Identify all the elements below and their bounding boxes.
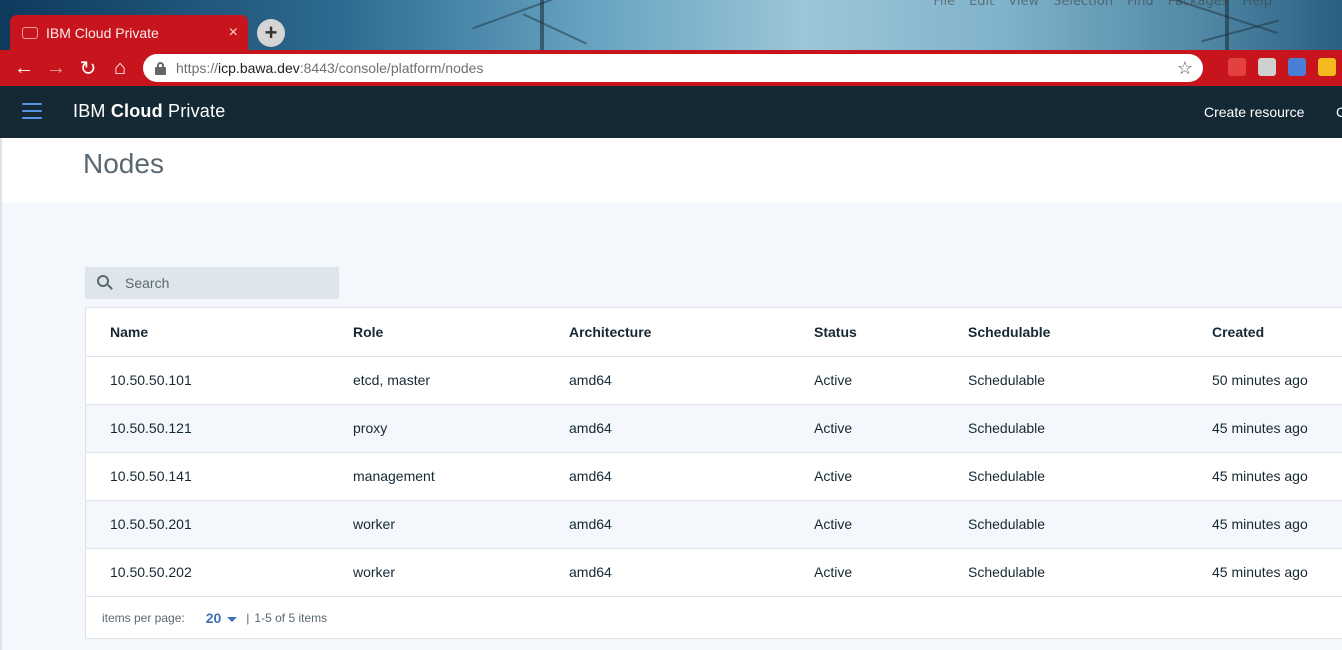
translate-extension-icon[interactable]	[1288, 58, 1306, 76]
cell-name[interactable]: 10.50.50.141	[86, 452, 353, 501]
cell-created: 50 minutes ago	[1212, 356, 1342, 405]
brand-prefix: IBM	[73, 101, 111, 121]
cell-architecture: amd64	[569, 356, 814, 405]
cell-name[interactable]: 10.50.50.121	[86, 404, 353, 453]
forward-button[interactable]: →	[40, 52, 72, 84]
tab-title: IBM Cloud Private	[46, 24, 159, 41]
table-row[interactable]: 10.50.50.202 worker amd64 Active Schedul…	[86, 548, 1342, 597]
brand-title[interactable]: IBM Cloud Private	[73, 101, 225, 122]
cell-status: Active	[814, 356, 968, 405]
pagination-separator: |	[246, 611, 250, 625]
table-header-row: Name Role Architecture Status Schedulabl…	[86, 308, 1342, 357]
lock-icon	[155, 61, 166, 75]
url-scheme: https://	[176, 60, 219, 76]
url-path: :8443/console/platform/nodes	[299, 60, 484, 76]
tab-close-icon[interactable]: ×	[229, 24, 238, 42]
bookmark-star-icon[interactable]: ☆	[1177, 58, 1193, 79]
tab-favicon-icon	[22, 26, 38, 39]
cell-architecture: amd64	[569, 404, 814, 453]
page-header: Nodes	[0, 138, 1342, 203]
cell-schedulable: Schedulable	[968, 500, 1212, 549]
browser-tabstrip: File Edit View Selection Find Packages H…	[0, 0, 1342, 50]
column-header-name[interactable]: Name	[86, 308, 353, 357]
cell-created: 45 minutes ago	[1212, 548, 1342, 597]
column-header-created[interactable]: Created	[1212, 308, 1342, 357]
table-row[interactable]: 10.50.50.141 management amd64 Active Sch…	[86, 452, 1342, 501]
cell-schedulable: Schedulable	[968, 356, 1212, 405]
column-header-schedulable[interactable]: Schedulable	[968, 308, 1212, 357]
bookmark-extension-icon[interactable]	[1228, 58, 1246, 76]
search-icon	[97, 275, 113, 291]
pagination-range: 1-5 of 5 items	[254, 611, 328, 625]
items-per-page-label: items per page:	[102, 611, 185, 625]
print-extension-icon[interactable]	[1258, 58, 1276, 76]
main-content: Name Role Architecture Status Schedulabl…	[0, 203, 1342, 650]
reload-button[interactable]: ↻	[72, 52, 104, 84]
brand-bold: Cloud	[110, 101, 163, 121]
app-header: IBM Cloud Private Create resource C	[0, 86, 1342, 138]
cell-role: etcd, master	[353, 356, 569, 405]
wallpaper-branch	[522, 13, 588, 45]
search-box[interactable]	[85, 267, 339, 299]
cell-schedulable: Schedulable	[968, 452, 1212, 501]
column-header-status[interactable]: Status	[814, 308, 968, 357]
desktop-menu-item[interactable]: View	[1008, 0, 1039, 9]
desktop-menu-item[interactable]: Edit	[969, 0, 994, 9]
desktop-menubar: File Edit View Selection Find Packages H…	[933, 0, 1272, 9]
table-row[interactable]: 10.50.50.121 proxy amd64 Active Schedula…	[86, 404, 1342, 453]
column-header-role[interactable]: Role	[353, 308, 569, 357]
browser-toolbar: ← → ↻ ⌂ https://icp.bawa.dev:8443/consol…	[0, 50, 1342, 86]
cell-schedulable: Schedulable	[968, 548, 1212, 597]
cell-name[interactable]: 10.50.50.101	[86, 356, 353, 405]
cell-status: Active	[814, 548, 968, 597]
cell-role: worker	[353, 548, 569, 597]
cell-architecture: amd64	[569, 500, 814, 549]
create-resource-link[interactable]: Create resource	[1204, 104, 1304, 120]
truncated-header-link[interactable]: C	[1336, 104, 1342, 120]
cell-status: Active	[814, 500, 968, 549]
cell-role: management	[353, 452, 569, 501]
table-row[interactable]: 10.50.50.201 worker amd64 Active Schedul…	[86, 500, 1342, 549]
brand-suffix: Private	[162, 101, 226, 121]
cell-schedulable: Schedulable	[968, 404, 1212, 453]
extension-icons	[1228, 58, 1336, 76]
pagination-bar: items per page: 20 | 1-5 of 5 items	[86, 597, 1342, 639]
desktop-menu-item[interactable]: Selection	[1053, 0, 1113, 9]
url-host: icp.bawa.dev	[218, 60, 300, 76]
cell-role: proxy	[353, 404, 569, 453]
drive-extension-icon[interactable]	[1318, 58, 1336, 76]
cell-role: worker	[353, 500, 569, 549]
browser-tab-active[interactable]: IBM Cloud Private ×	[10, 15, 248, 50]
cell-status: Active	[814, 404, 968, 453]
hamburger-menu-icon[interactable]	[22, 103, 42, 119]
cell-created: 45 minutes ago	[1212, 452, 1342, 501]
items-per-page-select[interactable]: 20	[206, 610, 222, 626]
page-title: Nodes	[83, 148, 164, 179]
search-input[interactable]	[125, 275, 325, 291]
table-row[interactable]: 10.50.50.101 etcd, master amd64 Active S…	[86, 356, 1342, 405]
cell-name[interactable]: 10.50.50.202	[86, 548, 353, 597]
new-tab-button[interactable]: +	[257, 19, 285, 47]
column-header-architecture[interactable]: Architecture	[569, 308, 814, 357]
home-button[interactable]: ⌂	[104, 52, 136, 84]
address-bar[interactable]: https://icp.bawa.dev:8443/console/platfo…	[143, 54, 1203, 82]
desktop-menu-item[interactable]: Packages	[1168, 0, 1229, 9]
cell-status: Active	[814, 452, 968, 501]
nodes-table: Name Role Architecture Status Schedulabl…	[85, 307, 1342, 639]
desktop-menu-item[interactable]: Help	[1242, 0, 1272, 9]
cell-name[interactable]: 10.50.50.201	[86, 500, 353, 549]
cell-created: 45 minutes ago	[1212, 404, 1342, 453]
desktop-menu-item[interactable]: File	[933, 0, 955, 9]
cell-created: 45 minutes ago	[1212, 500, 1342, 549]
caret-down-icon[interactable]	[227, 616, 238, 622]
cell-architecture: amd64	[569, 548, 814, 597]
cell-architecture: amd64	[569, 452, 814, 501]
back-button[interactable]: ←	[8, 52, 40, 84]
url-text: https://icp.bawa.dev:8443/console/platfo…	[176, 60, 1177, 76]
desktop-menu-item[interactable]: Find	[1127, 0, 1154, 9]
